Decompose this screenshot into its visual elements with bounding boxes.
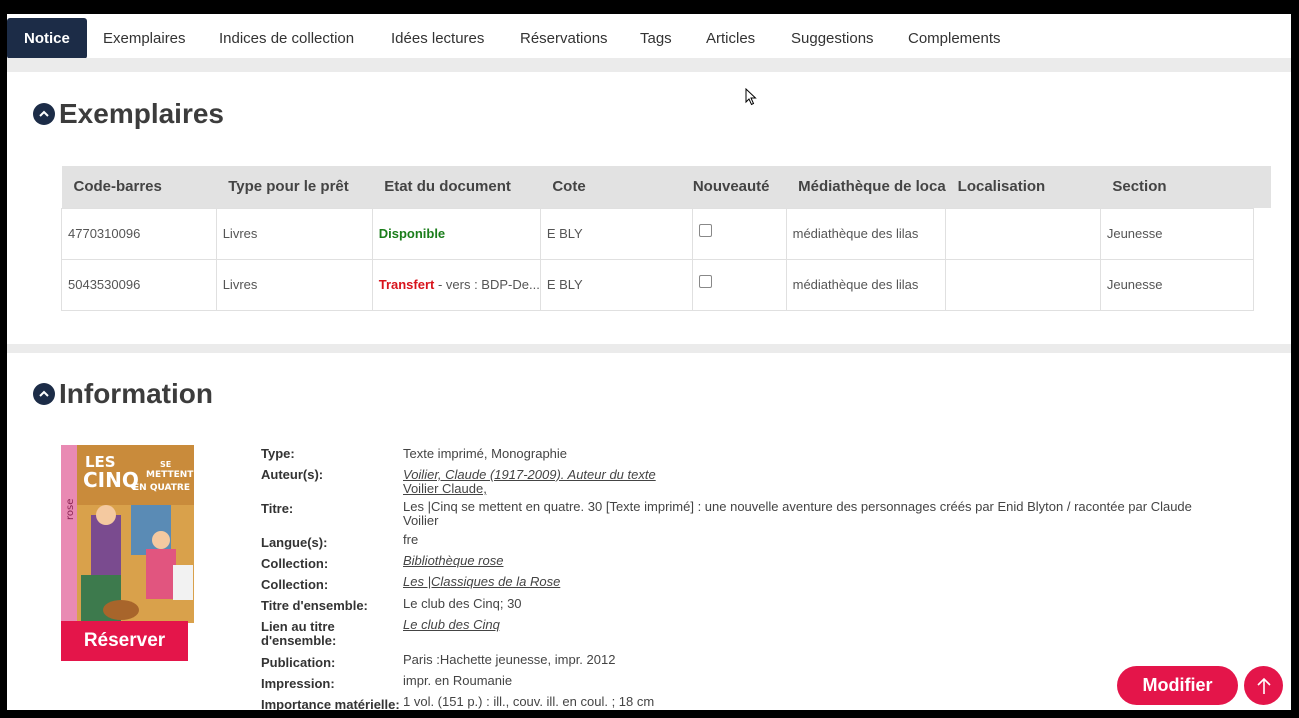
table-header-row: Code-barres Type pour le prêt Etat du do… — [61, 166, 1272, 208]
copies-table: Code-barres Type pour le prêt Etat du do… — [61, 166, 1272, 311]
status-available: Disponible — [378, 226, 446, 241]
cell-status: Disponible — [371, 207, 541, 260]
cell-library: médiathèque des lilas — [785, 258, 947, 311]
cell-barcode: 5043530096 — [61, 258, 217, 311]
field-label: Titre d'ensemble: — [261, 598, 368, 613]
cover-se: SE — [160, 460, 171, 469]
col-library[interactable]: Médiathèque de loca — [786, 166, 946, 208]
cell-loan-type: Livres — [215, 207, 373, 260]
cell-barcode: 4770310096 — [61, 207, 217, 260]
field-value: Paris :Hachette jeunesse, impr. 2012 — [403, 652, 616, 667]
cell-loan-type: Livres — [215, 258, 373, 311]
col-barcode[interactable]: Code-barres — [61, 166, 217, 208]
field-label: Titre: — [261, 501, 294, 516]
field-value: Le club des Cinq; 30 — [403, 596, 522, 611]
cell-new — [692, 258, 787, 311]
col-cote[interactable]: Cote — [540, 166, 693, 208]
cover-rose: rose — [65, 499, 76, 520]
field-value: Les |Cinq se mettent en quatre. 30 [Text… — [403, 499, 1192, 528]
field-value: Le club des Cinq — [403, 618, 1203, 632]
section-separator — [7, 344, 1291, 353]
field-label: Lien au titre d'ensemble: — [261, 619, 337, 648]
tab-reservations[interactable]: Réservations — [503, 18, 625, 59]
field-value: Bibliothèque rose — [403, 554, 1203, 568]
cell-location — [945, 258, 1101, 311]
col-section[interactable]: Section — [1100, 166, 1254, 208]
tab-indices-collection[interactable]: Indices de collection — [202, 18, 371, 59]
book-cover-image[interactable]: LES CINQ SE METTENT EN QUATRE rose — [61, 445, 194, 623]
author-link[interactable]: Voilier, Claude (1917-2009). Auteur du t… — [403, 468, 1203, 482]
cell-cote: E BLY — [539, 207, 694, 260]
tab-idees-lectures[interactable]: Idées lectures — [374, 18, 501, 59]
field-value: Les |Classiques de la Rose — [403, 575, 1203, 589]
col-location[interactable]: Localisation — [945, 166, 1101, 208]
modify-button[interactable]: Modifier — [1117, 666, 1238, 705]
cell-end — [1254, 259, 1272, 310]
cell-section: Jeunesse — [1099, 207, 1255, 260]
field-value: impr. en Roumanie — [403, 673, 513, 688]
field-value: Texte imprimé, Monographie — [403, 446, 568, 461]
exemplaires-heading: Exemplaires — [59, 98, 224, 129]
table-row: 4770310096 Livres Disponible E BLY média… — [61, 207, 1272, 260]
field-label: Publication: — [261, 655, 336, 670]
col-loan-type[interactable]: Type pour le prêt — [216, 166, 373, 208]
status-extra: - vers : BDP-De... — [434, 277, 540, 292]
tab-bar: Notice Exemplaires Indices de collection… — [7, 10, 1291, 59]
information-title[interactable]: Information — [33, 378, 213, 410]
mouse-pointer-icon — [745, 88, 757, 106]
col-status[interactable]: Etat du document — [372, 166, 541, 208]
new-checkbox[interactable] — [699, 275, 713, 289]
set-link[interactable]: Le club des Cinq — [403, 618, 1203, 632]
field-label: Collection: — [261, 556, 329, 571]
field-value: Voilier, Claude (1917-2009). Auteur du t… — [403, 468, 1203, 496]
tab-suggestions[interactable]: Suggestions — [774, 18, 891, 59]
field-value: 1 vol. (151 p.) : ill., couv. ill. en co… — [403, 694, 655, 709]
col-new[interactable]: Nouveauté — [692, 166, 787, 208]
cell-library: médiathèque des lilas — [785, 207, 947, 260]
tab-complements[interactable]: Complements — [891, 18, 1018, 59]
cell-cote: E BLY — [539, 258, 694, 311]
cell-location — [945, 207, 1101, 260]
collection-link[interactable]: Les |Classiques de la Rose — [403, 575, 1203, 589]
status-transfer: Transfert — [378, 277, 435, 292]
cell-end — [1254, 208, 1272, 259]
cover-cinq: CINQ — [83, 468, 139, 492]
collection-link[interactable]: Bibliothèque rose — [403, 554, 1203, 568]
exemplaires-title[interactable]: Exemplaires — [33, 98, 224, 130]
table-row: 5043530096 Livres Transfert - vers : BDP… — [61, 258, 1272, 311]
collapse-icon[interactable] — [33, 103, 55, 125]
field-label: Importance matérielle: — [261, 697, 400, 711]
field-label: Auteur(s): — [261, 467, 324, 482]
cell-new — [692, 207, 787, 260]
tab-notice[interactable]: Notice — [7, 18, 87, 59]
arrow-up-icon — [1256, 677, 1271, 694]
tab-tags[interactable]: Tags — [623, 18, 689, 59]
tab-exemplaires[interactable]: Exemplaires — [86, 18, 203, 59]
notice-page: Notice Exemplaires Indices de collection… — [7, 10, 1291, 710]
field-label: Type: — [261, 446, 295, 461]
field-label: Collection: — [261, 577, 329, 592]
information-heading: Information — [59, 378, 213, 409]
col-end — [1253, 166, 1272, 208]
cover-en-quatre: EN QUATRE — [133, 483, 190, 493]
field-value: fre — [403, 532, 419, 547]
cover-mettent: METTENT — [146, 470, 194, 480]
author-name[interactable]: Voilier Claude, — [403, 482, 1203, 496]
new-checkbox[interactable] — [699, 224, 713, 238]
cell-section: Jeunesse — [1099, 258, 1255, 311]
field-label: Impression: — [261, 676, 335, 691]
scroll-top-button[interactable] — [1244, 666, 1283, 705]
section-separator — [7, 58, 1291, 72]
tab-articles[interactable]: Articles — [689, 18, 772, 59]
field-label: Langue(s): — [261, 535, 328, 550]
collapse-icon[interactable] — [33, 383, 55, 405]
reserve-button[interactable]: Réserver — [61, 621, 188, 661]
cell-status: Transfert - vers : BDP-De... — [371, 258, 541, 311]
